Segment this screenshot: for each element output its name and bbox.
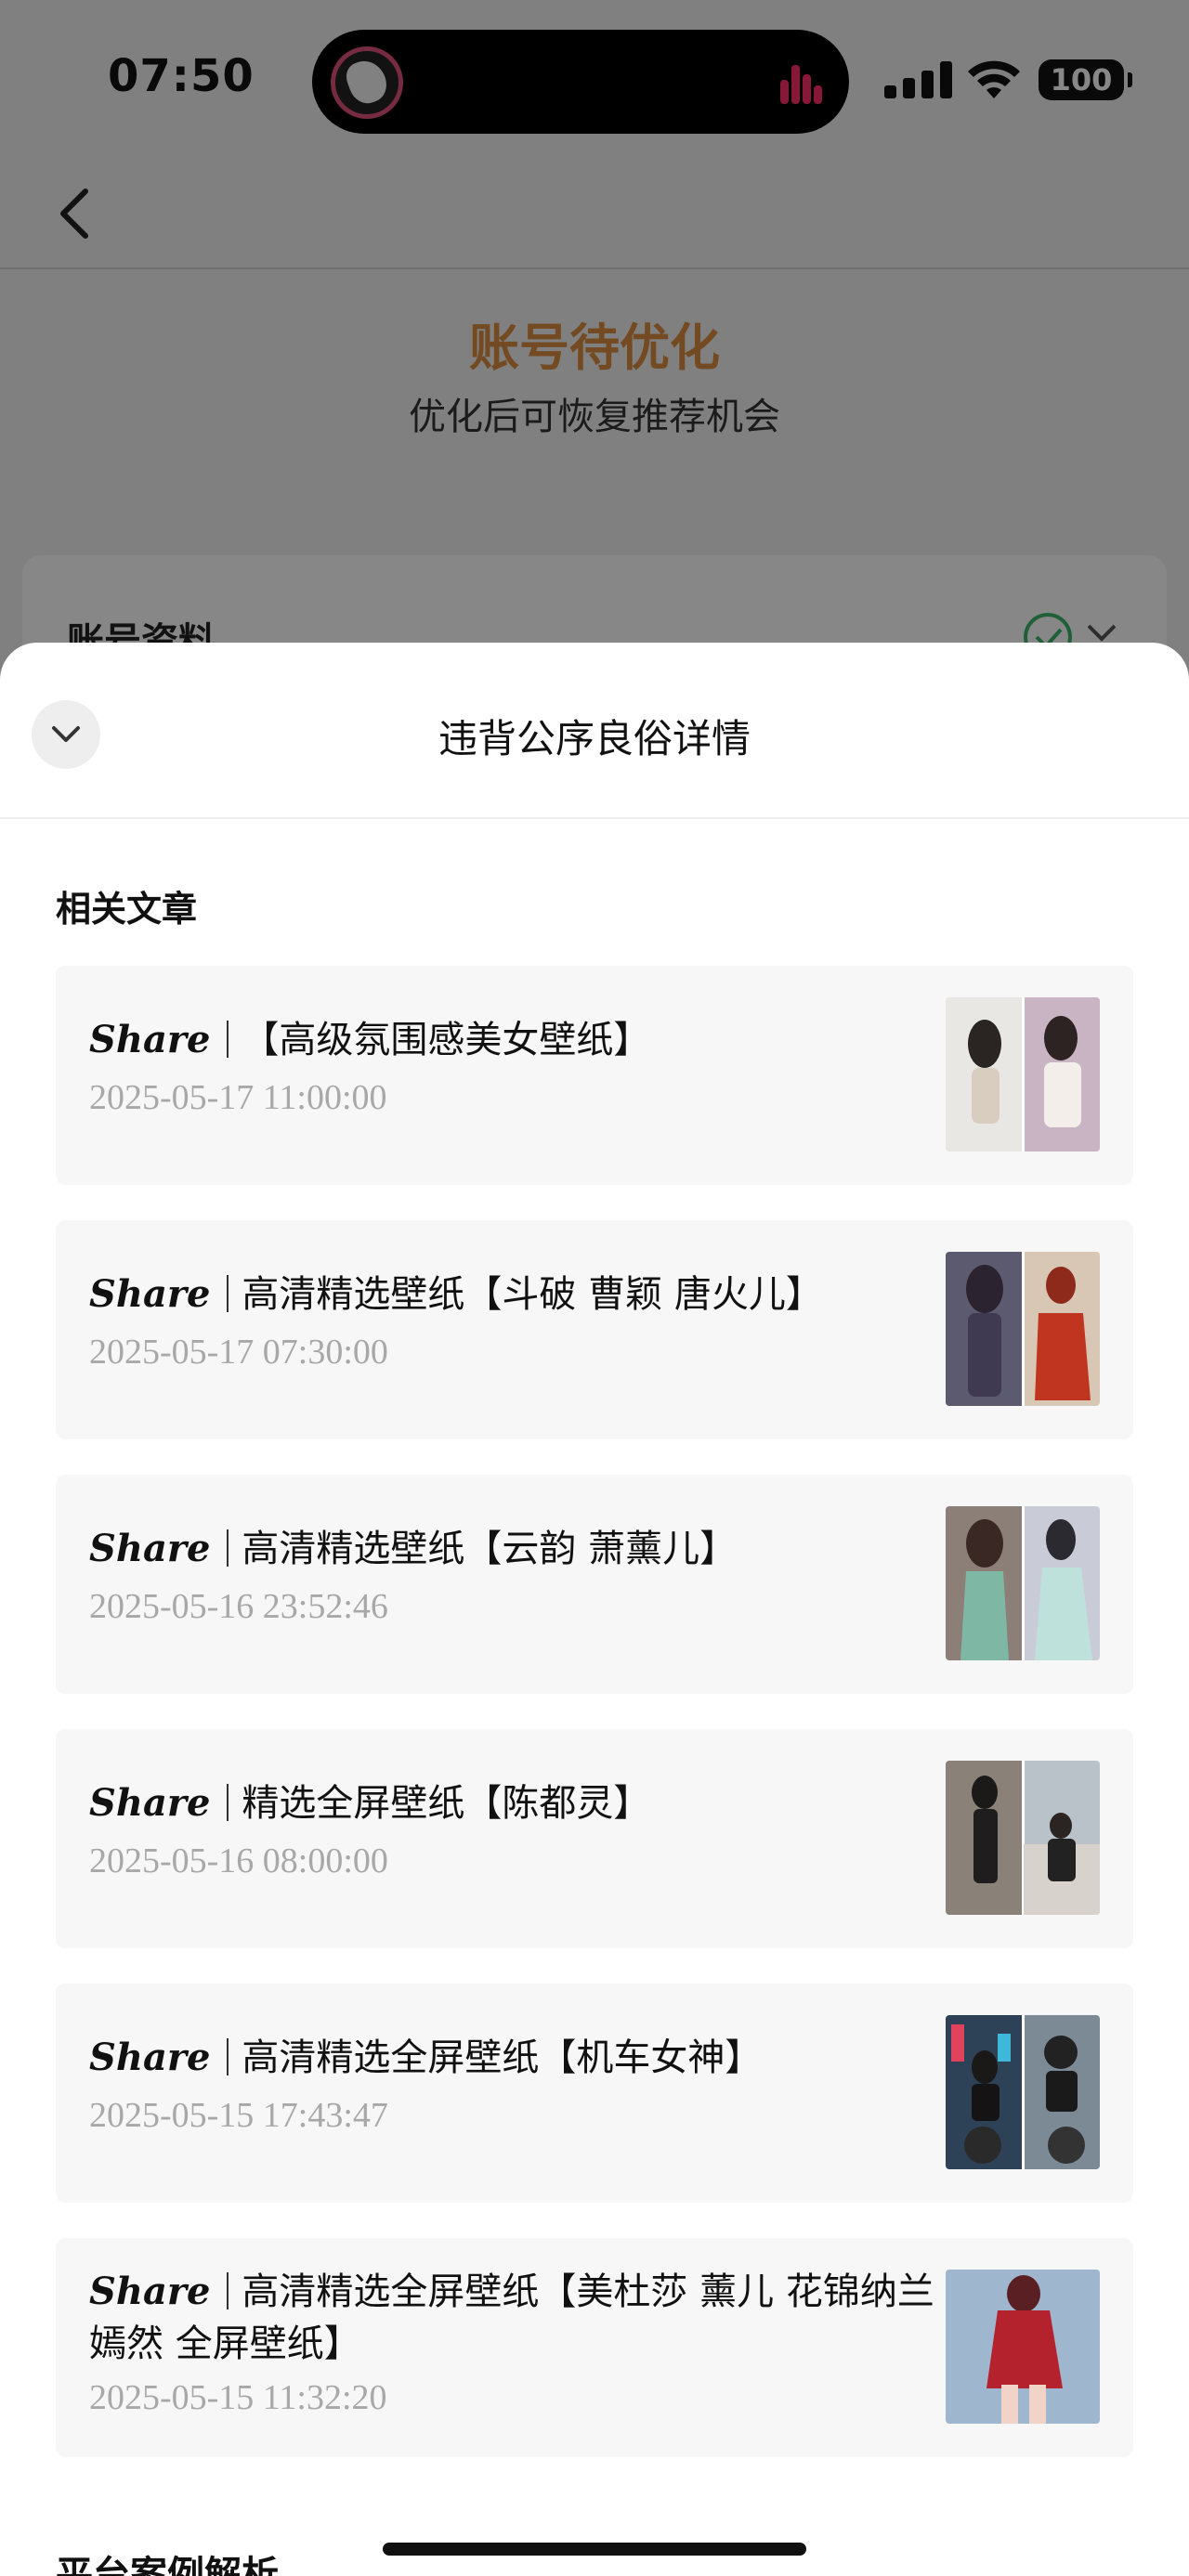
article-thumbnail <box>946 2015 1100 2169</box>
article-title-text: 精选全屏壁纸【陈都灵】 <box>242 1782 651 1825</box>
article-text: Share 高清精选壁纸【云韵 萧薰儿】 2025-05-16 23:52:46 <box>89 1523 944 1627</box>
sheet-title: 违背公序良俗详情 <box>438 716 751 761</box>
article-title: Share 高清精选壁纸【斗破 曹颖 唐火儿】 <box>89 1268 944 1321</box>
article-date: 2025-05-16 08:00:00 <box>89 1841 388 1880</box>
article-title: Share 高清精选全屏壁纸【机车女神】 <box>89 2032 944 2084</box>
article-prefix: Share <box>89 1272 211 1316</box>
article-thumbnail <box>946 2270 1100 2424</box>
article-prefix: Share <box>89 1018 211 1061</box>
article-thumbnail <box>946 997 1100 1151</box>
article-card[interactable]: Share 【高级氛围感美女壁纸】 2025-05-17 11:00:00 <box>56 966 1133 1185</box>
article-date: 2025-05-15 11:32:20 <box>89 2378 387 2417</box>
article-title: Share 精选全屏壁纸【陈都灵】 <box>89 1777 944 1829</box>
platform-cases-heading: 平台案例解析 <box>56 2554 279 2576</box>
title-separator <box>227 1021 229 1058</box>
article-card[interactable]: Share 高清精选壁纸【斗破 曹颖 唐火儿】 2025-05-17 07:30:… <box>56 1220 1133 1439</box>
home-indicator[interactable] <box>383 2543 806 2556</box>
article-prefix: Share <box>89 1527 211 1570</box>
article-prefix: Share <box>89 1781 211 1825</box>
article-card[interactable]: Share 高清精选壁纸【云韵 萧薰儿】 2025-05-16 23:52:46 <box>56 1475 1133 1694</box>
article-card[interactable]: Share 高清精选全屏壁纸【机车女神】 2025-05-15 17:43:47 <box>56 1984 1133 2203</box>
article-thumbnail <box>946 1252 1100 1406</box>
title-separator <box>227 2272 229 2309</box>
article-prefix: Share <box>89 2270 211 2313</box>
article-date: 2025-05-17 07:30:00 <box>89 1333 388 1372</box>
article-text: Share 【高级氛围感美女壁纸】 2025-05-17 11:00:00 <box>89 1014 944 1118</box>
article-text: Share 高清精选壁纸【斗破 曹颖 唐火儿】 2025-05-17 07:30:… <box>89 1268 944 1373</box>
article-title: Share 高清精选全屏壁纸【美杜莎 薰儿 花锦纳兰嫣然 全屏壁纸】 <box>89 2266 944 2370</box>
sheet-header: 违背公序良俗详情 <box>0 643 1189 819</box>
violation-detail-sheet: 违背公序良俗详情 相关文章 Share 【高级氛围感美女壁纸】 2025-05-1… <box>0 643 1189 2576</box>
article-text: Share 高清精选全屏壁纸【美杜莎 薰儿 花锦纳兰嫣然 全屏壁纸】 2025-0… <box>89 2266 944 2418</box>
article-title: Share 【高级氛围感美女壁纸】 <box>89 1014 944 1066</box>
article-title-text: 高清精选壁纸【云韵 萧薰儿】 <box>242 1528 738 1570</box>
article-title: Share 高清精选壁纸【云韵 萧薰儿】 <box>89 1523 944 1575</box>
title-separator <box>227 1784 229 1821</box>
article-date: 2025-05-16 23:52:46 <box>89 1587 388 1626</box>
article-title-text: 高清精选全屏壁纸【美杜莎 薰儿 花锦纳兰嫣然 全屏壁纸】 <box>89 2270 934 2365</box>
article-list: Share 【高级氛围感美女壁纸】 2025-05-17 11:00:00 Sha… <box>56 966 1133 2492</box>
article-date: 2025-05-15 17:43:47 <box>89 2096 388 2135</box>
title-separator <box>227 1529 229 1567</box>
article-title-text: 高清精选全屏壁纸【机车女神】 <box>242 2036 763 2079</box>
related-articles-heading: 相关文章 <box>56 889 198 930</box>
article-title-text: 高清精选壁纸【斗破 曹颖 唐火儿】 <box>242 1273 823 1316</box>
title-separator <box>227 2038 229 2075</box>
article-text: Share 精选全屏壁纸【陈都灵】 2025-05-16 08:00:00 <box>89 1777 944 1881</box>
article-date: 2025-05-17 11:00:00 <box>89 1078 387 1117</box>
article-text: Share 高清精选全屏壁纸【机车女神】 2025-05-15 17:43:47 <box>89 2032 944 2136</box>
app-screen: 07:50 100 账号待优化 优化后可恢复推荐机会 账号资料 违背公序良俗详情… <box>0 0 1189 2576</box>
article-prefix: Share <box>89 2036 211 2079</box>
article-thumbnail <box>946 1506 1100 1660</box>
article-thumbnail <box>946 1761 1100 1915</box>
title-separator <box>227 1275 229 1312</box>
article-title-text: 【高级氛围感美女壁纸】 <box>242 1019 651 1061</box>
article-card[interactable]: Share 精选全屏壁纸【陈都灵】 2025-05-16 08:00:00 <box>56 1729 1133 1948</box>
article-card[interactable]: Share 高清精选全屏壁纸【美杜莎 薰儿 花锦纳兰嫣然 全屏壁纸】 2025-0… <box>56 2238 1133 2457</box>
